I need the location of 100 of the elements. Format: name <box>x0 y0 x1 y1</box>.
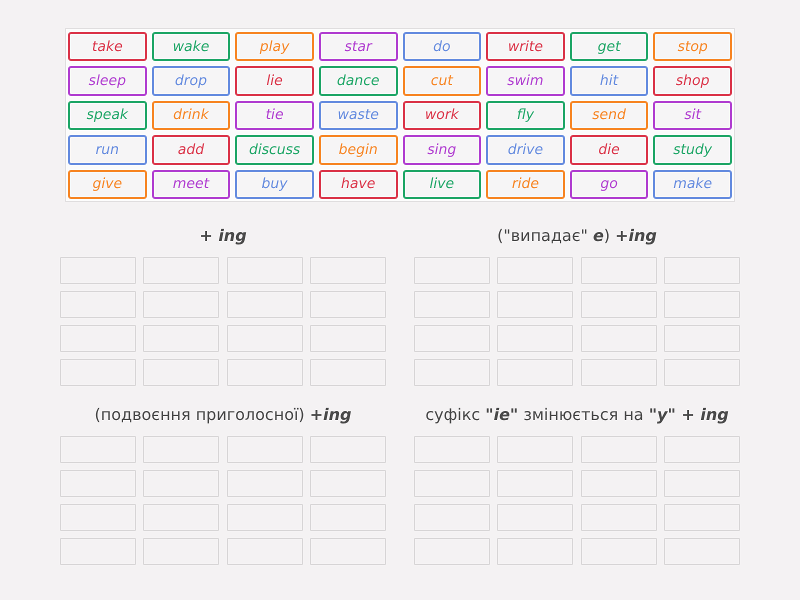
answer-box[interactable] <box>664 257 740 284</box>
word-tile[interactable]: die <box>570 135 648 165</box>
answer-box[interactable] <box>310 291 386 318</box>
answer-box[interactable] <box>60 436 136 463</box>
answer-box[interactable] <box>580 504 657 531</box>
word-tile[interactable]: sing <box>402 135 482 165</box>
answer-box[interactable] <box>60 359 136 386</box>
word-tile[interactable]: run <box>68 135 147 165</box>
word-tile[interactable]: study <box>653 135 732 165</box>
word-tile[interactable]: discuss <box>235 135 314 165</box>
answer-box[interactable] <box>60 504 136 531</box>
word-tile[interactable]: send <box>570 100 648 130</box>
answer-box[interactable] <box>60 291 136 318</box>
answer-box[interactable] <box>580 470 657 497</box>
answer-box[interactable] <box>143 470 220 497</box>
answer-box[interactable] <box>414 359 490 386</box>
answer-box[interactable] <box>226 291 303 318</box>
answer-box[interactable] <box>580 257 657 284</box>
answer-box[interactable] <box>664 538 740 565</box>
word-tile[interactable]: do <box>402 32 482 62</box>
word-tile[interactable]: take <box>68 32 147 62</box>
answer-box[interactable] <box>414 325 490 352</box>
answer-box[interactable] <box>497 436 574 463</box>
word-tile[interactable]: work <box>402 100 482 130</box>
answer-box[interactable] <box>226 470 303 497</box>
word-tile[interactable]: have <box>318 170 398 199</box>
answer-box[interactable] <box>414 538 490 565</box>
word-tile[interactable]: live <box>402 170 482 199</box>
word-tile[interactable]: buy <box>235 170 314 199</box>
word-tile[interactable]: get <box>570 32 648 62</box>
answer-box[interactable] <box>143 291 220 318</box>
answer-box[interactable] <box>60 257 136 284</box>
answer-box[interactable] <box>143 257 220 284</box>
answer-box[interactable] <box>664 291 740 318</box>
answer-box[interactable] <box>310 538 386 565</box>
word-tile[interactable]: write <box>486 32 565 62</box>
answer-box[interactable] <box>310 470 386 497</box>
word-tile[interactable]: stop <box>653 32 732 62</box>
answer-box[interactable] <box>143 538 220 565</box>
word-tile[interactable]: star <box>318 32 398 62</box>
word-tile[interactable]: go <box>570 170 648 199</box>
word-tile[interactable]: dance <box>318 66 398 96</box>
answer-box[interactable] <box>580 538 657 565</box>
word-tile[interactable]: lie <box>235 66 314 96</box>
word-tile[interactable]: ride <box>486 170 565 199</box>
answer-box[interactable] <box>60 470 136 497</box>
answer-box[interactable] <box>497 291 574 318</box>
word-tile[interactable]: fly <box>486 100 565 130</box>
answer-box[interactable] <box>143 504 220 531</box>
answer-box[interactable] <box>497 325 574 352</box>
answer-box[interactable] <box>60 325 136 352</box>
answer-box[interactable] <box>226 538 303 565</box>
answer-box[interactable] <box>310 257 386 284</box>
answer-box[interactable] <box>664 470 740 497</box>
answer-box[interactable] <box>226 436 303 463</box>
word-tile[interactable]: drive <box>486 135 565 165</box>
word-tile[interactable]: play <box>235 32 314 62</box>
answer-box[interactable] <box>60 538 136 565</box>
answer-box[interactable] <box>664 504 740 531</box>
word-tile[interactable]: tie <box>235 100 314 130</box>
answer-box[interactable] <box>497 359 574 386</box>
answer-box[interactable] <box>226 325 303 352</box>
answer-box[interactable] <box>664 325 740 352</box>
answer-box[interactable] <box>664 436 740 463</box>
answer-box[interactable] <box>226 257 303 284</box>
word-tile[interactable]: drop <box>152 66 230 96</box>
answer-box[interactable] <box>580 291 657 318</box>
answer-box[interactable] <box>414 291 490 318</box>
answer-box[interactable] <box>580 359 657 386</box>
word-tile[interactable]: swim <box>486 66 565 96</box>
answer-box[interactable] <box>497 470 574 497</box>
word-tile[interactable]: waste <box>318 100 398 130</box>
word-tile[interactable]: give <box>68 170 147 199</box>
word-tile[interactable]: drink <box>152 100 230 130</box>
word-tile[interactable]: begin <box>318 135 398 165</box>
word-tile[interactable]: add <box>152 135 230 165</box>
answer-box[interactable] <box>580 325 657 352</box>
answer-box[interactable] <box>414 436 490 463</box>
answer-box[interactable] <box>143 436 220 463</box>
answer-box[interactable] <box>414 470 490 497</box>
answer-box[interactable] <box>310 504 386 531</box>
answer-box[interactable] <box>143 359 220 386</box>
answer-box[interactable] <box>414 257 490 284</box>
answer-box[interactable] <box>226 359 303 386</box>
answer-box[interactable] <box>143 325 220 352</box>
word-tile[interactable]: sleep <box>68 66 147 96</box>
word-tile[interactable]: shop <box>653 66 732 96</box>
word-tile[interactable]: sit <box>653 100 732 130</box>
word-tile[interactable]: hit <box>570 66 648 96</box>
answer-box[interactable] <box>664 359 740 386</box>
word-tile[interactable]: wake <box>152 32 230 62</box>
answer-box[interactable] <box>226 504 303 531</box>
answer-box[interactable] <box>310 359 386 386</box>
word-tile[interactable]: meet <box>152 170 230 199</box>
answer-box[interactable] <box>580 436 657 463</box>
answer-box[interactable] <box>310 436 386 463</box>
answer-box[interactable] <box>497 504 574 531</box>
word-tile[interactable]: speak <box>68 100 147 130</box>
answer-box[interactable] <box>414 504 490 531</box>
answer-box[interactable] <box>497 257 574 284</box>
